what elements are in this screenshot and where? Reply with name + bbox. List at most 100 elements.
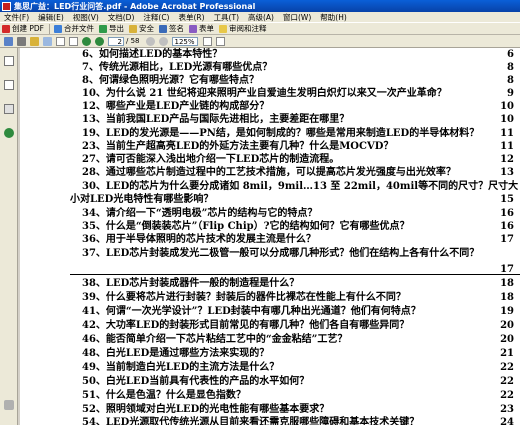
forms-button[interactable]: 表单 — [189, 23, 214, 34]
hand-tool-icon[interactable] — [56, 36, 65, 46]
menu-bar: 文件(F) 编辑(E) 视图(V) 文档(D) 注释(C) 表单(R) 工具(T… — [0, 12, 520, 22]
toc-entry-text: 13、当前我国LED产品与国际先进相比，主要差距在哪里？ — [82, 114, 350, 125]
toc-entry-page: 20 — [500, 334, 514, 345]
toc-entry-text: 48、白光LED是通过哪些方法来实现的？ — [82, 348, 270, 359]
toc-entry-page: 10 — [500, 101, 514, 112]
menu-forms[interactable]: 表单(R) — [178, 12, 204, 23]
signatures-panel-icon[interactable] — [4, 104, 14, 114]
menu-edit[interactable]: 编辑(E) — [38, 12, 64, 23]
toc-entry-text: 27、请可否能深入浅出地介绍一下LED芯片的制造流程。 — [82, 154, 340, 165]
title-bar: 集思广益：LED行业问答.pdf - Adobe Acrobat Profess… — [0, 0, 520, 12]
menu-document[interactable]: 文档(D) — [108, 12, 135, 23]
pages-panel-icon[interactable] — [4, 56, 14, 66]
bookmarks-panel-icon[interactable] — [4, 80, 14, 90]
lock-icon — [129, 24, 137, 33]
toc-entry-page: 16 — [500, 208, 514, 219]
toc-entry-page: 15 — [500, 194, 514, 205]
menu-help[interactable]: 帮助(H) — [320, 12, 347, 23]
fit-width-icon[interactable] — [215, 36, 225, 46]
save-icon[interactable] — [4, 36, 13, 46]
divider-rule — [70, 274, 520, 275]
toc-entry-text: 41、何谓“一次光学设计”？LED封装中有哪几种出光通道？他们有何特点？ — [82, 306, 421, 317]
toc-entry-page: 9 — [507, 88, 514, 99]
export-icon — [99, 24, 107, 33]
toc-entry-text: 35、什么是“倒装装芯片”（Flip Chip）?它的结构如何？它有哪些优点？ — [82, 221, 410, 232]
toc-entry-page: 22 — [500, 362, 514, 373]
toc-entry-page: 24 — [500, 417, 514, 425]
comment-icon — [219, 24, 227, 33]
toc-entry-text: 38、LED芯片封装成器件一般的制造程是什么？ — [82, 278, 300, 289]
toc-entry-text: 12、哪些产业是LED产业链的构成部分？ — [82, 101, 270, 112]
toc-entry-page: 18 — [500, 292, 514, 303]
toc-entry-text: 小对LED光电特性有哪些影响？ — [70, 194, 214, 205]
how-to-panel-icon[interactable] — [4, 128, 14, 138]
review-label: 审阅和注释 — [229, 24, 267, 33]
print-icon[interactable] — [17, 36, 26, 46]
menu-tools[interactable]: 工具(T) — [214, 12, 239, 23]
toc-entry-page: 19 — [500, 306, 514, 317]
toc-entry-text: 37、LED芯片封装成发光二极管一般可以分成哪几种形式？他们在结构上各有什么不同… — [82, 248, 480, 259]
toc-entry-page: 16 — [500, 221, 514, 232]
toc-entry-page: 21 — [500, 348, 514, 359]
navigation-panel — [0, 48, 18, 425]
toc-entry-page: 6 — [507, 49, 514, 60]
toc-entry-text: 52、照明领域对白光LED的光电性能有哪些基本要求？ — [82, 404, 330, 415]
toc-entry-page: 20 — [500, 320, 514, 331]
secure-label: 安全 — [139, 24, 154, 33]
toc-entry-text: 42、大功率LED的封装形式目前常见的有哪几种？他们各自有哪些异同？ — [82, 320, 410, 331]
export-label: 导出 — [109, 24, 124, 33]
toc-entry-page: 22 — [500, 376, 514, 387]
menu-view[interactable]: 视图(V) — [73, 12, 99, 23]
toc-entry-text: 8、何谓绿色照明光源？它有哪些特点？ — [82, 75, 259, 86]
secure-button[interactable]: 安全 — [129, 23, 154, 34]
zoom-out-icon[interactable] — [145, 36, 155, 46]
toc-entry-page: 13 — [500, 167, 514, 178]
sign-button[interactable]: 签名 — [159, 23, 184, 34]
create-pdf-icon — [2, 24, 10, 33]
toc-entry-page: 8 — [507, 62, 514, 73]
create-pdf-label: 创建 PDF — [12, 24, 44, 33]
toc-entry-page: 17 — [500, 234, 514, 245]
menu-window[interactable]: 窗口(W) — [283, 12, 311, 23]
form-icon — [189, 24, 197, 33]
fit-page-icon[interactable] — [202, 36, 212, 46]
toc-entry-page: 8 — [507, 75, 514, 86]
create-pdf-button[interactable]: 创建 PDF — [2, 23, 44, 34]
page-total: / 58 — [126, 37, 140, 45]
menu-advanced[interactable]: 高级(A) — [248, 12, 274, 23]
toc-entry-text: 34、请介绍一下“透明电极”芯片的结构与它的特点？ — [82, 208, 318, 219]
next-page-icon[interactable] — [95, 36, 104, 46]
toc-entry-text: 28、通过哪些芯片制造过程中的工艺技术措施，可以提高芯片发光强度与出光效率？ — [82, 167, 456, 178]
document-page: 6、如何描述LED的基本特性？ 6 7、传统光源相比，LED光源有哪些优点？ 8 8… — [20, 48, 520, 425]
zoom-level-input[interactable]: 125% — [171, 36, 198, 46]
select-tool-icon[interactable] — [69, 36, 78, 46]
toc-entry-text: 23、当前生产超高亮LED的外延方法主要有几种？什么是MOCVD？ — [82, 141, 394, 152]
zoom-in-icon[interactable] — [158, 36, 168, 46]
menu-file[interactable]: 文件(F) — [4, 12, 29, 23]
previous-page-icon[interactable] — [82, 36, 91, 46]
toc-entry-text: 19、LED的发光源是——PN结，是如何制成的？哪些是常用来制造LED的半导体材… — [82, 128, 480, 139]
email-icon[interactable] — [30, 36, 39, 46]
search-icon[interactable] — [43, 36, 52, 46]
page-number-input[interactable]: 2 — [108, 36, 124, 46]
combine-icon — [54, 24, 62, 33]
toc-entry-page: 10 — [500, 114, 514, 125]
toc-entry-page: 11 — [500, 141, 514, 152]
toc-entry-text: 6、如何描述LED的基本特性？ — [82, 49, 223, 60]
forms-label: 表单 — [199, 24, 214, 33]
navigation-toolbar: 2 / 58 125% — [0, 35, 520, 48]
toc-entry-text: 50、白光LED当前具有代表性的产品的水平如何？ — [82, 376, 310, 387]
menu-comments[interactable]: 注释(C) — [143, 12, 169, 23]
toc-entry-text: 10、为什么说 21 世纪将迎来照明产业自爱迪生发明白炽灯以来又一次产业革命？ — [82, 88, 447, 99]
sign-label: 签名 — [169, 24, 184, 33]
toc-entry-page: 11 — [500, 128, 514, 139]
toc-entry-page: 12 — [500, 154, 514, 165]
review-comment-button[interactable]: 审阅和注释 — [219, 23, 267, 34]
combine-files-button[interactable]: 合并文件 — [54, 23, 94, 34]
toc-entry-page: 22 — [500, 390, 514, 401]
toc-entry-text: 51、什么是色温？什么是显色指数？ — [82, 390, 246, 401]
export-button[interactable]: 导出 — [99, 23, 124, 34]
attachments-panel-icon[interactable] — [4, 400, 14, 410]
combine-label: 合并文件 — [64, 24, 94, 33]
acrobat-app-icon — [2, 1, 11, 11]
